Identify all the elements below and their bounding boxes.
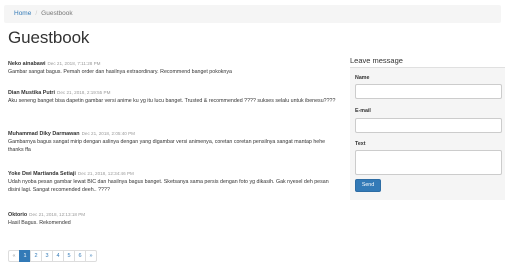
entry-author: Oktorio bbox=[8, 212, 28, 218]
entry-date: Dec 21, 2018, 2:05:40 PM bbox=[81, 131, 135, 136]
entry-date: Dec 21, 2018, 2:19:55 PM bbox=[57, 90, 111, 95]
entry-message: Udah nyoba pesan gambar lewat BIC dan ha… bbox=[8, 179, 329, 193]
list-item: Oktorio Dec 21, 2018, 12:13:18 PM Hasil B… bbox=[8, 211, 338, 227]
entry-author: Dian Mustika Putri bbox=[8, 90, 56, 96]
list-item: Neko ainabawi Dec 21, 2018, 7:11:28 PM Ga… bbox=[8, 60, 338, 76]
entry-message: Aku seneng banget bisa dapetin gambar ve… bbox=[8, 98, 336, 104]
name-field[interactable] bbox=[355, 84, 502, 99]
leave-message-form: Name E-mail Text Send bbox=[350, 67, 505, 200]
list-item: Yoke Dwi Martianda Setiaji Dec 21, 2018, … bbox=[8, 170, 338, 194]
send-button[interactable]: Send bbox=[355, 179, 381, 192]
leave-message-title: Leave message bbox=[350, 56, 403, 65]
breadcrumb-home-link[interactable]: Home bbox=[14, 10, 31, 17]
entry-message: Hasil Bagus. Rekomended bbox=[8, 220, 71, 226]
pagination: « 1 2 3 4 5 6 » bbox=[8, 250, 97, 262]
text-field[interactable] bbox=[355, 150, 502, 175]
page-title: Guestbook bbox=[8, 28, 90, 47]
email-field[interactable] bbox=[355, 118, 502, 133]
name-label: Name bbox=[355, 75, 370, 81]
pagination-next-button[interactable]: » bbox=[85, 250, 97, 262]
entry-date: Dec 21, 2018, 12:13:18 PM bbox=[29, 212, 86, 217]
entry-author: Muhammad Diky Darmawan bbox=[8, 131, 80, 137]
entry-date: Dec 21, 2018, 12:34:46 PM bbox=[77, 171, 134, 176]
entry-message: Gambarnya bagus sangat mirip dengan asli… bbox=[8, 139, 326, 153]
text-label: Text bbox=[355, 141, 366, 147]
email-label: E-mail bbox=[355, 108, 371, 114]
list-item: Dian Mustika Putri Dec 21, 2018, 2:19:55 … bbox=[8, 89, 338, 105]
list-item: Muhammad Diky Darmawan Dec 21, 2018, 2:05… bbox=[8, 130, 338, 154]
breadcrumb: Home / Guestbook bbox=[4, 5, 501, 23]
entry-author: Neko ainabawi bbox=[8, 61, 46, 67]
breadcrumb-separator: / bbox=[35, 10, 38, 17]
entry-message: Gambar sangat bagus. Pemah order dan has… bbox=[8, 69, 232, 75]
breadcrumb-current: Guestbook bbox=[41, 10, 73, 17]
entry-author: Yoke Dwi Martianda Setiaji bbox=[8, 171, 76, 177]
entry-date: Dec 21, 2018, 7:11:28 PM bbox=[47, 61, 101, 66]
